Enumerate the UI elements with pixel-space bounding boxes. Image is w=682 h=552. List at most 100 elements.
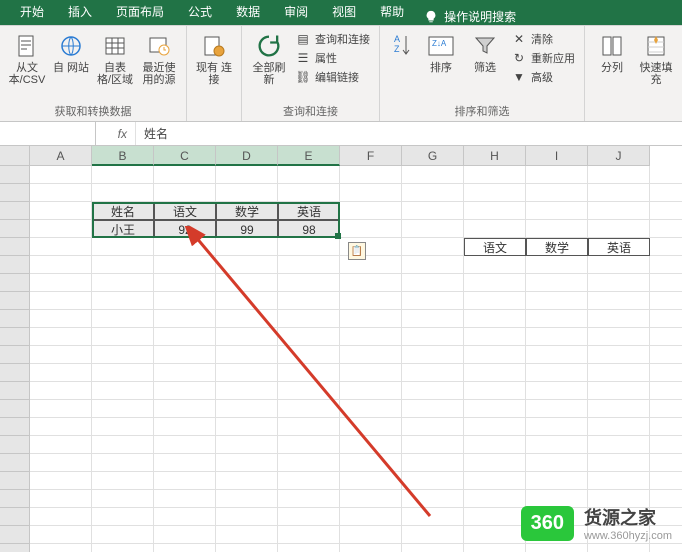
cell[interactable]: [526, 364, 588, 382]
cell[interactable]: [216, 364, 278, 382]
cell[interactable]: [278, 436, 340, 454]
tab-help[interactable]: 帮助: [368, 0, 416, 25]
cell[interactable]: [30, 526, 92, 544]
cell[interactable]: [402, 220, 464, 238]
cell[interactable]: [340, 328, 402, 346]
cell[interactable]: [92, 508, 154, 526]
cell[interactable]: [340, 202, 402, 220]
cell[interactable]: [216, 400, 278, 418]
row-header[interactable]: [0, 508, 30, 526]
cell[interactable]: [464, 472, 526, 490]
cell[interactable]: [30, 220, 92, 238]
cell[interactable]: [464, 364, 526, 382]
cell[interactable]: [278, 256, 340, 274]
cell[interactable]: [650, 544, 682, 552]
cell[interactable]: [340, 274, 402, 292]
cell[interactable]: [154, 454, 216, 472]
cell[interactable]: 英语: [278, 202, 340, 220]
cell[interactable]: [154, 256, 216, 274]
col-header[interactable]: A: [30, 146, 92, 166]
recent-sources-button[interactable]: 最近使 用的源: [138, 30, 180, 88]
row-header[interactable]: [0, 328, 30, 346]
tab-start[interactable]: 开始: [8, 0, 56, 25]
cell[interactable]: [340, 400, 402, 418]
row-header[interactable]: [0, 544, 30, 552]
cell[interactable]: [216, 526, 278, 544]
cell[interactable]: [402, 400, 464, 418]
cell[interactable]: [216, 472, 278, 490]
cell[interactable]: [650, 472, 682, 490]
existing-conn-button[interactable]: 现有 连接: [193, 30, 235, 88]
row-header[interactable]: [0, 472, 30, 490]
cell[interactable]: [588, 202, 650, 220]
cell[interactable]: [30, 382, 92, 400]
cell[interactable]: [650, 400, 682, 418]
row-header[interactable]: [0, 256, 30, 274]
col-header[interactable]: C: [154, 146, 216, 166]
cell[interactable]: [92, 472, 154, 490]
cell[interactable]: [154, 400, 216, 418]
cell[interactable]: [278, 490, 340, 508]
cell[interactable]: [30, 508, 92, 526]
row-header[interactable]: [0, 274, 30, 292]
cell[interactable]: [216, 346, 278, 364]
row-header[interactable]: [0, 310, 30, 328]
cell[interactable]: [278, 292, 340, 310]
cell[interactable]: [526, 400, 588, 418]
cell[interactable]: [588, 220, 650, 238]
cell[interactable]: [30, 400, 92, 418]
cell[interactable]: [526, 184, 588, 202]
row-header[interactable]: [0, 292, 30, 310]
cell[interactable]: [464, 526, 526, 544]
cell[interactable]: [464, 202, 526, 220]
row-header[interactable]: [0, 166, 30, 184]
cell[interactable]: [92, 346, 154, 364]
cell[interactable]: [216, 328, 278, 346]
name-box[interactable]: [0, 122, 96, 145]
cell[interactable]: [526, 418, 588, 436]
col-header[interactable]: H: [464, 146, 526, 166]
cell[interactable]: [340, 292, 402, 310]
cell[interactable]: [216, 184, 278, 202]
cell[interactable]: [278, 310, 340, 328]
cell[interactable]: [30, 238, 92, 256]
cell[interactable]: [526, 256, 588, 274]
cell[interactable]: [340, 166, 402, 184]
cell[interactable]: [340, 472, 402, 490]
cell[interactable]: [650, 436, 682, 454]
cell[interactable]: [526, 544, 588, 552]
cell[interactable]: [30, 202, 92, 220]
cell[interactable]: [30, 184, 92, 202]
row-header[interactable]: [0, 418, 30, 436]
cell[interactable]: [588, 436, 650, 454]
cell[interactable]: [650, 418, 682, 436]
cell[interactable]: [402, 166, 464, 184]
cell[interactable]: [650, 220, 682, 238]
cell[interactable]: [340, 418, 402, 436]
cell[interactable]: [216, 436, 278, 454]
cell[interactable]: [650, 238, 682, 256]
cell[interactable]: [92, 328, 154, 346]
cell[interactable]: [216, 310, 278, 328]
cell[interactable]: [464, 184, 526, 202]
cell[interactable]: [526, 472, 588, 490]
row-header[interactable]: [0, 364, 30, 382]
col-header[interactable]: D: [216, 146, 278, 166]
clear-button[interactable]: ✕清除: [508, 30, 578, 48]
cell[interactable]: [340, 346, 402, 364]
cell[interactable]: [92, 490, 154, 508]
fx-label[interactable]: fx: [96, 122, 136, 145]
cell[interactable]: [340, 184, 402, 202]
cell[interactable]: [588, 274, 650, 292]
cell[interactable]: [526, 328, 588, 346]
cell[interactable]: [464, 220, 526, 238]
cell[interactable]: [526, 274, 588, 292]
cell[interactable]: [464, 292, 526, 310]
cell[interactable]: [92, 526, 154, 544]
tell-me-search[interactable]: 操作说明搜索: [424, 8, 516, 25]
cell[interactable]: [402, 238, 464, 256]
cell[interactable]: [526, 454, 588, 472]
cell[interactable]: [154, 382, 216, 400]
cell[interactable]: [92, 166, 154, 184]
row-header[interactable]: [0, 184, 30, 202]
